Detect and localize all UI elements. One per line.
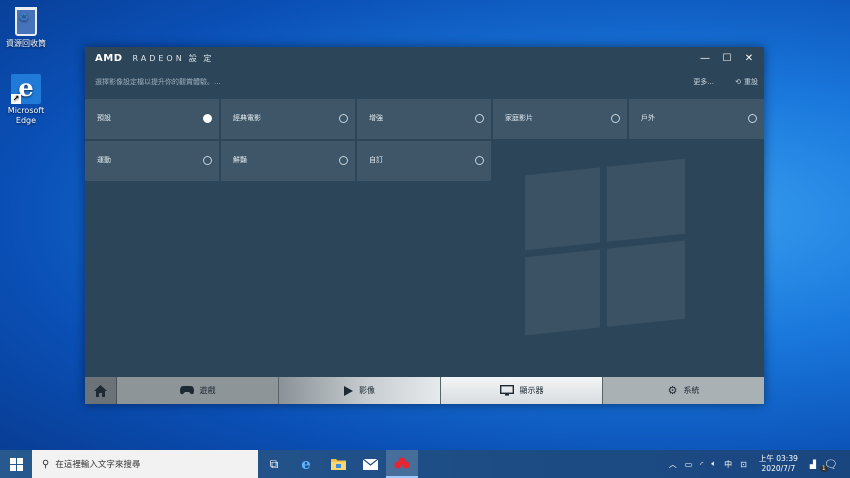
home-button[interactable] — [85, 377, 117, 404]
edge-icon: e ↗ — [11, 74, 41, 104]
tab-display-label: 顯示器 — [519, 386, 544, 395]
clock[interactable]: 上午 03:39 2020/7/7 — [759, 454, 798, 474]
volume-icon[interactable]: 🔈︎ — [711, 459, 716, 469]
home-icon — [94, 384, 107, 397]
taskbar-explorer-button[interactable] — [322, 450, 354, 478]
maximize-button[interactable]: ☐ — [716, 47, 738, 69]
radio-icon — [339, 114, 348, 123]
preset-sports[interactable]: 運動 — [85, 141, 219, 181]
task-view-button[interactable]: ⧉ — [258, 450, 290, 478]
preset-outdoor[interactable]: 戶外 — [629, 99, 764, 139]
tab-video[interactable]: 影像 — [279, 377, 441, 404]
wifi-icon[interactable]: ◜ — [700, 460, 703, 469]
recycle-bin-desktop-icon[interactable]: 資源回收筒 — [2, 4, 50, 49]
tab-system[interactable]: ⚙ 系統 — [603, 377, 764, 404]
task-view-icon: ⧉ — [269, 456, 279, 471]
radio-icon — [611, 114, 620, 123]
radio-icon — [203, 156, 212, 165]
ime-indicator[interactable]: 中 — [724, 459, 732, 470]
background-logo-reflection — [525, 158, 685, 336]
preset-label: 自訂 — [369, 156, 383, 164]
profile-hint-text: 選擇影像設定檔以提升你的觀賞體驗。... — [95, 78, 221, 86]
taskbar-radeon-button[interactable] — [386, 450, 418, 478]
more-link[interactable]: 更多... — [693, 77, 714, 87]
preset-label: 家庭影片 — [505, 114, 533, 122]
windows-icon — [9, 457, 23, 471]
tab-games[interactable]: 遊戲 — [117, 377, 279, 404]
preset-label: 增強 — [369, 114, 383, 122]
preset-default[interactable]: 預設 — [85, 99, 219, 139]
radio-icon — [339, 156, 348, 165]
preset-label: 鮮豔 — [233, 156, 247, 164]
close-button[interactable]: ✕ — [738, 47, 760, 69]
taskbar-edge-button[interactable]: e — [290, 450, 322, 478]
preset-enhanced[interactable]: 增強 — [357, 99, 491, 139]
folder-icon — [330, 459, 346, 470]
system-tray: ︿ ▭ ◜ 🔈︎ 中 ⊡ 上午 03:39 2020/7/7 ▟ 1 🗨︎ — [665, 450, 850, 478]
search-placeholder: 在這裡輸入文字來搜尋 — [55, 460, 141, 470]
radio-selected-icon — [203, 114, 212, 123]
preset-custom[interactable]: 自訂 — [357, 141, 491, 181]
play-icon — [344, 385, 353, 396]
edge-icon: e — [301, 455, 311, 473]
taskbar-search-box[interactable]: ⚲ 在這裡輸入文字來搜尋 — [32, 450, 258, 478]
tab-display[interactable]: 顯示器 — [441, 377, 603, 404]
radeon-settings-window: AMD RADEON 設 定 — ☐ ✕ 選擇影像設定檔以提升你的觀賞體驗。..… — [85, 47, 764, 404]
show-hidden-icons-chevron-icon[interactable]: ︿ — [669, 459, 677, 470]
refresh-icon: ⟲ — [735, 78, 741, 86]
preset-label: 經典電影 — [233, 114, 261, 122]
monitor-icon — [499, 385, 514, 396]
radio-icon — [748, 114, 757, 123]
title-bar[interactable]: AMD RADEON 設 定 — ☐ ✕ — [85, 47, 764, 69]
recycle-bin-label: 資源回收筒 — [6, 39, 46, 48]
taskbar-mail-button[interactable] — [354, 450, 386, 478]
radio-icon — [475, 156, 484, 165]
bottom-navigation: 遊戲 影像 顯示器 ⚙ 系統 — [85, 377, 764, 404]
preset-home-video[interactable]: 家庭影片 — [493, 99, 627, 139]
amd-logo: AMD — [95, 52, 123, 64]
edge-desktop-icon[interactable]: e ↗ Microsoft Edge — [2, 74, 50, 126]
system-gear-icon: ⚙ — [667, 384, 678, 397]
amd-tray-icon[interactable]: ▟ 1 — [810, 460, 828, 472]
reset-label: 重設 — [744, 78, 758, 86]
tab-video-label: 影像 — [359, 386, 375, 395]
ime-mode-icon[interactable]: ⊡ — [740, 460, 747, 469]
sub-header: 選擇影像設定檔以提升你的觀賞體驗。... 更多... ⟲ 重設 — [85, 72, 764, 92]
edge-label: Microsoft Edge — [7, 106, 45, 125]
recycle-bin-icon — [11, 7, 41, 37]
window-title: 設 定 — [188, 53, 214, 63]
gamepad-icon — [179, 386, 194, 395]
preset-label: 運動 — [97, 156, 111, 164]
start-button[interactable] — [0, 450, 32, 478]
preset-classic-movie[interactable]: 經典電影 — [221, 99, 355, 139]
clock-date: 2020/7/7 — [761, 464, 796, 473]
tab-games-label: 遊戲 — [199, 386, 216, 395]
clock-time: 上午 03:39 — [758, 454, 798, 463]
notification-count-badge: 1 — [819, 464, 828, 472]
preset-vivid[interactable]: 鮮豔 — [221, 141, 355, 181]
radeon-app-icon — [394, 457, 410, 469]
preset-label: 戶外 — [641, 114, 655, 122]
radio-icon — [475, 114, 484, 123]
reset-button[interactable]: ⟲ 重設 — [735, 77, 758, 87]
minimize-button[interactable]: — — [694, 47, 716, 69]
mail-icon — [362, 458, 378, 470]
taskbar: ⚲ 在這裡輸入文字來搜尋 ⧉ e ︿ ▭ ◜ 🔈︎ 中 ⊡ 上午 03:39 2… — [0, 450, 850, 478]
battery-icon[interactable]: ▭ — [685, 460, 693, 469]
preset-label: 預設 — [97, 114, 111, 122]
tab-system-label: 系統 — [683, 386, 700, 395]
search-icon: ⚲ — [42, 458, 50, 470]
radeon-wordmark: RADEON — [132, 53, 185, 63]
